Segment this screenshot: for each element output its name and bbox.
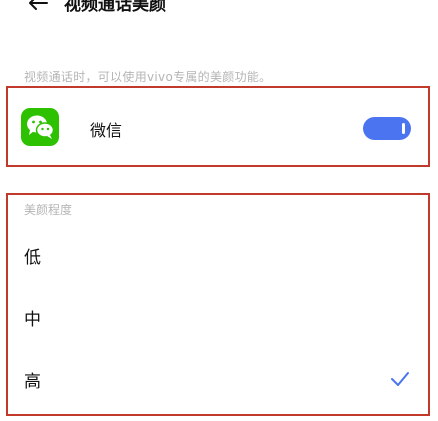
back-arrow-icon[interactable] xyxy=(28,0,48,10)
option-high[interactable]: 高 xyxy=(8,355,428,407)
check-icon xyxy=(390,371,410,387)
option-label: 高 xyxy=(24,372,41,392)
wechat-icon xyxy=(21,108,59,146)
beauty-level-section: 美颜程度 低 中 高 xyxy=(6,193,430,416)
option-label: 中 xyxy=(24,310,41,330)
page-title: 视频通话美颜 xyxy=(64,0,166,15)
toggle-knob xyxy=(402,123,405,134)
wechat-beauty-toggle[interactable] xyxy=(363,117,411,140)
top-bar: 视频通话美颜 xyxy=(0,0,438,16)
app-name: 微信 xyxy=(90,121,123,140)
option-label: 低 xyxy=(24,248,41,268)
option-medium[interactable]: 中 xyxy=(8,293,428,345)
app-row-wechat[interactable]: 微信 xyxy=(6,86,430,167)
section-title: 美颜程度 xyxy=(24,203,73,217)
option-low[interactable]: 低 xyxy=(8,231,428,283)
feature-hint: 视频通话时，可以使用vivo专属的美颜功能。 xyxy=(24,70,272,84)
